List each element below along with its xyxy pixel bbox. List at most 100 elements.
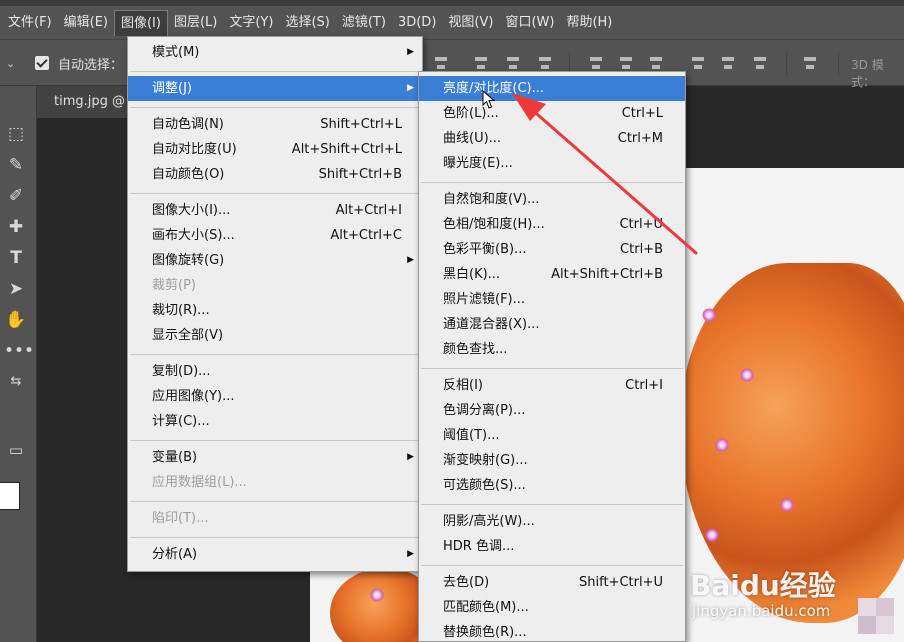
menu-item-shortcut: Shift+Ctrl+U xyxy=(579,575,663,590)
menu-item-label: 自动颜色(O) xyxy=(152,167,225,182)
menu-item[interactable]: 变量(B) ▶ xyxy=(128,445,422,470)
menu-item[interactable]: 黑白(K)... Alt+Shift+Ctrl+B xyxy=(419,262,685,287)
menu-item[interactable]: 替换颜色(R)... xyxy=(419,620,685,642)
menu-5[interactable]: 选择(S) xyxy=(279,10,335,36)
healing-tool-icon[interactable]: ✚ xyxy=(4,215,28,239)
menu-item[interactable]: 色相/饱和度(H)... Ctrl+U xyxy=(419,212,685,237)
menu-item[interactable]: 分析(A) ▶ xyxy=(128,542,422,567)
menu-bar: 文件(F) 编辑(E) 图像(I) 图层(L) 文字(Y) 选择(S) 滤镜(T) 3D(D)… xyxy=(0,6,904,39)
menu-7[interactable]: 3D(D) xyxy=(392,10,442,36)
auto-select-checkbox[interactable] xyxy=(35,56,49,70)
marquee-tool-icon[interactable]: ⬚ xyxy=(4,122,28,146)
submenu-arrow-icon: ▶ xyxy=(407,549,414,559)
menu-item[interactable]: 计算(C)... xyxy=(128,409,422,434)
menu-item[interactable]: 自动颜色(O) Shift+Ctrl+B xyxy=(128,162,422,187)
menu-6[interactable]: 滤镜(T) xyxy=(336,10,392,36)
swap-colors-icon[interactable]: ⇆ xyxy=(4,370,28,394)
menu-item-label: 可选颜色(S)... xyxy=(443,478,526,493)
menu-item-label: 裁切(R)... xyxy=(152,303,210,318)
menu-item[interactable]: 渐变映射(G)... xyxy=(419,448,685,473)
menu-item[interactable]: 阴影/高光(W)... xyxy=(419,509,685,534)
menu-item[interactable]: 曝光度(E)... xyxy=(419,151,685,176)
menu-item-label: 色彩平衡(B)... xyxy=(443,242,527,257)
align-left-icon[interactable] xyxy=(537,53,553,73)
menu-item-label: 裁剪(P) xyxy=(152,278,196,293)
menu-item[interactable]: 色阶(L)... Ctrl+L xyxy=(419,101,685,126)
distribute-right-icon[interactable] xyxy=(752,53,768,73)
brush-tool-icon[interactable]: ✐ xyxy=(4,184,28,208)
menu-item[interactable]: 可选颜色(S)... xyxy=(419,473,685,498)
menu-item[interactable]: 图像旋转(G) ▶ xyxy=(128,248,422,273)
menu-item[interactable]: HDR 色调... xyxy=(419,534,685,559)
distribute-top-icon[interactable] xyxy=(588,53,604,73)
menu-10[interactable]: 帮助(H) xyxy=(560,10,618,36)
tool-preset-chevron-icon[interactable]: ⌄ xyxy=(6,57,16,70)
menu-item[interactable]: 色调分离(P)... xyxy=(419,398,685,423)
menu-item[interactable]: 匹配颜色(M)... xyxy=(419,595,685,620)
butterfly-pattern xyxy=(705,528,719,542)
menu-item[interactable]: 应用图像(Y)... xyxy=(128,384,422,409)
hand-tool-icon[interactable]: ✋ xyxy=(4,308,28,332)
magic-wand-tool-icon[interactable]: ✎ xyxy=(4,153,28,177)
menu-8[interactable]: 视图(V) xyxy=(442,10,499,36)
distribute-left-icon[interactable] xyxy=(690,53,706,73)
menu-item[interactable]: 自动色调(N) Shift+Ctrl+L xyxy=(128,112,422,137)
align-bottom-icon[interactable] xyxy=(505,53,521,73)
mosaic-block xyxy=(876,616,894,634)
menu-3[interactable]: 图层(L) xyxy=(168,10,223,36)
menu-item[interactable]: 亮度/对比度(C)... xyxy=(419,76,685,101)
menu-separator xyxy=(130,70,420,72)
menu-item[interactable]: 图像大小(I)... Alt+Ctrl+I xyxy=(128,198,422,223)
menu-separator xyxy=(130,500,420,502)
menu-item-shortcut: Ctrl+I xyxy=(625,378,663,393)
more-tools-icon[interactable]: ••• xyxy=(4,339,34,363)
menu-item[interactable]: 自动对比度(U) Alt+Shift+Ctrl+L xyxy=(128,137,422,162)
menu-item[interactable]: 模式(M) ▶ xyxy=(128,40,422,65)
menu-item-label: 自动色调(N) xyxy=(152,117,224,132)
menu-item[interactable]: 显示全部(V) xyxy=(128,323,422,348)
menu-item-label: 反相(I) xyxy=(443,378,483,393)
menu-item-shortcut: Alt+Shift+Ctrl+L xyxy=(291,142,402,157)
menu-item[interactable]: 照片滤镜(F)... xyxy=(419,287,685,312)
menu-item[interactable]: 颜色查找... xyxy=(419,337,685,362)
menu-item-label: 显示全部(V) xyxy=(152,328,224,343)
foreground-color-swatch[interactable] xyxy=(0,482,20,510)
menu-2[interactable]: 图像(I) xyxy=(113,9,168,36)
path-selection-tool-icon[interactable]: ➤ xyxy=(4,277,28,301)
menu-9[interactable]: 窗口(W) xyxy=(499,10,560,36)
menu-item[interactable]: 阈值(T)... xyxy=(419,423,685,448)
align-vcenter-icon[interactable] xyxy=(473,53,489,73)
menu-item[interactable]: 复制(D)... xyxy=(128,359,422,384)
distribute-vcenter-icon[interactable] xyxy=(618,53,634,73)
align-top-icon[interactable] xyxy=(433,53,449,73)
menu-item[interactable]: 去色(D) Shift+Ctrl+U xyxy=(419,570,685,595)
menu-item[interactable]: 色彩平衡(B)... Ctrl+B xyxy=(419,237,685,262)
menu-item-shortcut: Shift+Ctrl+B xyxy=(318,167,402,182)
menu-item[interactable]: 画布大小(S)... Alt+Ctrl+C xyxy=(128,223,422,248)
type-tool-icon[interactable]: T xyxy=(4,246,28,270)
menu-item-label: 曝光度(E)... xyxy=(443,156,513,171)
menu-item-label: 渐变映射(G)... xyxy=(443,453,528,468)
tools-panel: ⬚ ✎ ✐ ✚ T ➤ ✋ ••• ⇆ ▭ xyxy=(0,86,37,642)
menu-separator xyxy=(130,106,420,108)
menu-0[interactable]: 文件(F) xyxy=(2,10,58,36)
menu-item-label: 复制(D)... xyxy=(152,364,211,379)
distribute-hcenter-icon[interactable] xyxy=(720,53,736,73)
quick-mask-icon[interactable]: ▭ xyxy=(4,438,28,462)
menu-item[interactable]: 裁切(R)... xyxy=(128,298,422,323)
auto-align-icon[interactable] xyxy=(802,53,818,73)
menu-item[interactable]: 自然饱和度(V)... xyxy=(419,187,685,212)
menu-separator xyxy=(421,564,683,566)
menu-item-label: 匹配颜色(M)... xyxy=(443,600,529,615)
menu-4[interactable]: 文字(Y) xyxy=(223,10,279,36)
menu-item[interactable]: 反相(I) Ctrl+I xyxy=(419,373,685,398)
menu-item[interactable]: 通道混合器(X)... xyxy=(419,312,685,337)
menu-separator xyxy=(421,181,683,183)
document-tab[interactable]: timg.jpg @ xyxy=(54,94,125,109)
menu-separator xyxy=(130,439,420,441)
menu-item[interactable]: 调整(J) ▶ xyxy=(128,76,422,101)
menu-item-label: 计算(C)... xyxy=(152,414,210,429)
distribute-bottom-icon[interactable] xyxy=(648,53,664,73)
menu-item[interactable]: 曲线(U)... Ctrl+M xyxy=(419,126,685,151)
menu-1[interactable]: 编辑(E) xyxy=(58,10,114,36)
